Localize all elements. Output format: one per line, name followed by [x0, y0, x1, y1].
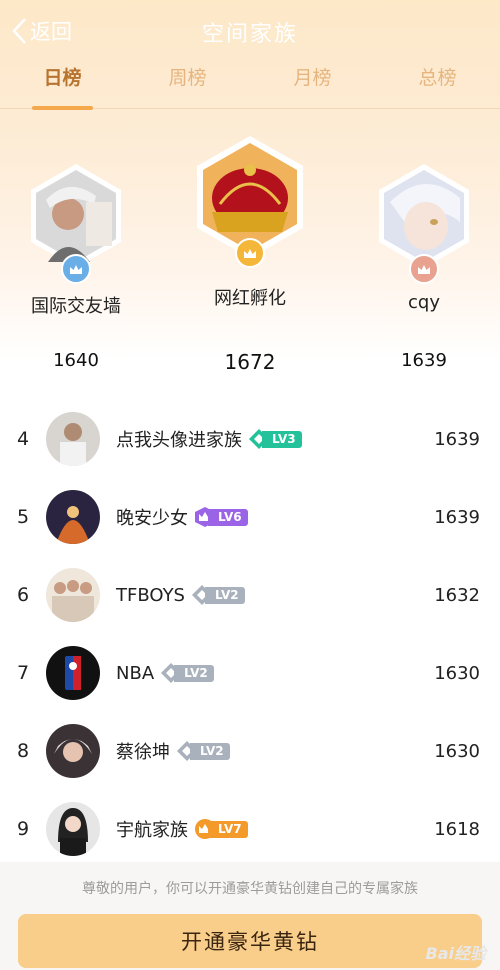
avatar — [194, 134, 306, 268]
avatar — [376, 162, 472, 284]
podium-name: 国际交友墙 — [31, 296, 121, 317]
list-item[interactable]: 4 点我头像进家族 LV3 1639 — [0, 400, 500, 478]
podium-name: 网红孵化 — [214, 288, 286, 309]
podium-score: 1640 — [53, 350, 99, 371]
family-name: 蔡徐坤 — [116, 742, 170, 763]
avatar — [46, 568, 100, 622]
family-name: 宇航家族 — [116, 820, 188, 841]
family-score: 1618 — [434, 818, 480, 840]
family-score: 1632 — [434, 584, 480, 606]
rank-number: 4 — [16, 428, 30, 450]
podium-second[interactable]: 国际交友墙 — [16, 162, 136, 318]
list-item[interactable]: 9 宇航家族 LV7 1618 — [0, 790, 500, 868]
crown-icon — [61, 254, 91, 284]
level-badge: LV3 — [248, 428, 302, 450]
family-score: 1630 — [434, 740, 480, 762]
level-label: LV6 — [208, 508, 248, 526]
list-item[interactable]: 5 晚安少女 LV6 1639 — [0, 478, 500, 556]
level-badge: LV2 — [191, 584, 245, 606]
family-name: 点我头像进家族 — [116, 430, 242, 451]
avatar — [46, 724, 100, 778]
watermark: Bai经验 — [425, 944, 486, 963]
level-label: LV7 — [208, 820, 248, 838]
family-name: NBA — [116, 662, 155, 684]
crown-icon — [409, 254, 439, 284]
podium-score: 1672 — [224, 350, 276, 374]
level-label: LV2 — [205, 586, 245, 604]
rank-number: 7 — [16, 662, 30, 684]
rank-number: 9 — [16, 818, 30, 840]
tab-weekly[interactable]: 周榜 — [125, 62, 250, 108]
list-item[interactable]: 7 NBA LV2 1630 — [0, 634, 500, 712]
top-bar: 返回 空间家族 — [0, 0, 500, 62]
rank-number: 8 — [16, 740, 30, 762]
level-badge: LV6 — [194, 506, 248, 528]
avatar — [46, 802, 100, 856]
tab-bar: 日榜 周榜 月榜 总榜 — [0, 62, 500, 110]
level-badge: LV7 — [194, 818, 248, 840]
list-item[interactable]: 6 TFBOYS LV2 1632 — [0, 556, 500, 634]
level-label: LV2 — [190, 742, 230, 760]
open-vip-button[interactable]: 开通豪华黄钻 — [18, 914, 482, 968]
family-name: TFBOYS — [116, 584, 185, 606]
level-badge: LV2 — [160, 662, 214, 684]
rank-number: 6 — [16, 584, 30, 606]
tab-monthly[interactable]: 月榜 — [250, 62, 375, 108]
level-badge: LV2 — [176, 740, 230, 762]
list-item[interactable]: 8 蔡徐坤 LV2 1630 — [0, 712, 500, 790]
level-label: LV3 — [262, 430, 302, 448]
crown-icon — [235, 238, 265, 268]
podium-name: cqy — [408, 292, 440, 313]
avatar — [28, 162, 124, 284]
avatar — [46, 646, 100, 700]
notice-text: 尊敬的用户，你可以开通豪华黄钻创建自己的专属家族 — [82, 881, 418, 897]
family-score: 1630 — [434, 662, 480, 684]
footer: 尊敬的用户，你可以开通豪华黄钻创建自己的专属家族 开通豪华黄钻 Bai经验 — [0, 862, 500, 970]
family-name: 晚安少女 — [116, 508, 188, 529]
level-label: LV2 — [174, 664, 214, 682]
rank-number: 5 — [16, 506, 30, 528]
tab-daily[interactable]: 日榜 — [0, 62, 125, 110]
avatar — [46, 412, 100, 466]
family-score: 1639 — [434, 428, 480, 450]
podium-score: 1639 — [401, 350, 447, 371]
family-score: 1639 — [434, 506, 480, 528]
podium-first[interactable]: 网红孵化 — [190, 134, 310, 310]
page-title: 空间家族 — [201, 22, 298, 47]
tab-total[interactable]: 总榜 — [375, 62, 500, 108]
avatar — [46, 490, 100, 544]
podium-third[interactable]: cqy — [364, 162, 484, 313]
